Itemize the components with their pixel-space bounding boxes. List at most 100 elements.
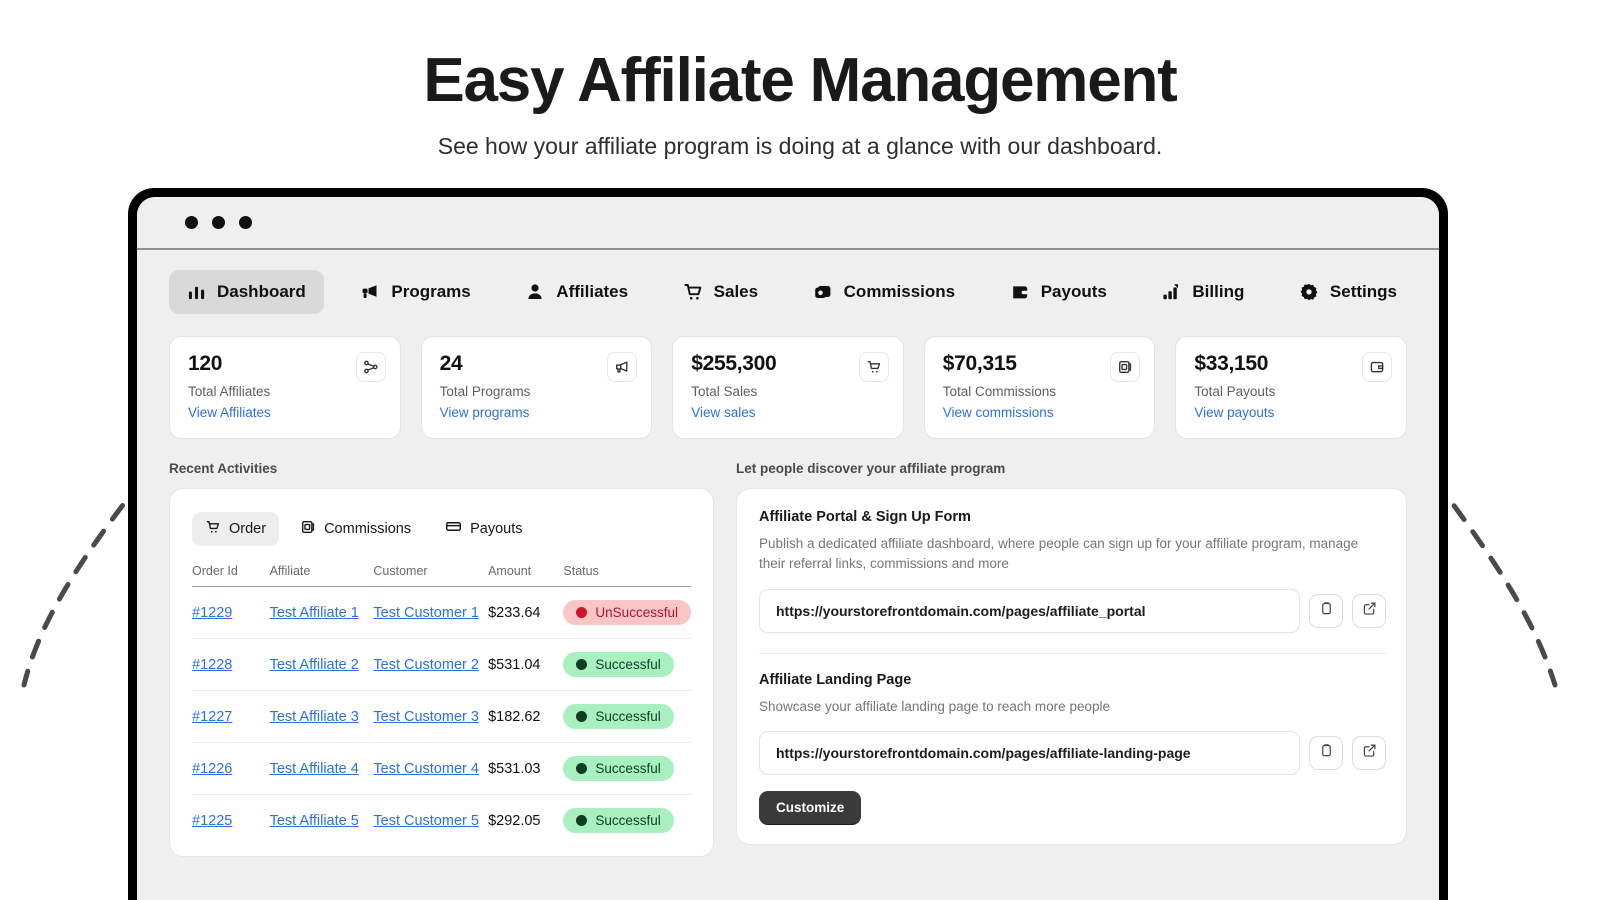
- column-header-affiliate: Affiliate: [270, 564, 374, 587]
- copy-portal-url-button[interactable]: [1309, 594, 1343, 628]
- stat-label: Total Commissions: [943, 384, 1137, 399]
- stat-link-view-sales[interactable]: View sales: [691, 405, 755, 420]
- cell-customer: Test Customer 4: [373, 743, 488, 795]
- coin-stack-icon: [300, 519, 316, 539]
- status-badge: Successful: [563, 808, 673, 833]
- affiliate-link[interactable]: Test Affiliate 4: [270, 761, 359, 777]
- cart-icon: [205, 519, 221, 539]
- tab-commissions[interactable]: Commissions: [287, 512, 424, 546]
- customer-link[interactable]: Test Customer 3: [373, 709, 479, 725]
- open-landing-url-button[interactable]: [1352, 736, 1386, 770]
- order-id-link[interactable]: #1226: [192, 761, 232, 777]
- clipboard-icon: [1319, 601, 1334, 621]
- customer-link[interactable]: Test Customer 5: [373, 813, 479, 829]
- cell-amount: $531.04: [488, 639, 563, 691]
- table-row: #1226 Test Affiliate 4 Test Customer 4 $…: [192, 743, 691, 795]
- affiliate-landing-heading: Affiliate Landing Page: [759, 672, 1386, 688]
- nav-item-affiliates[interactable]: Affiliates: [507, 270, 646, 314]
- discover-column: Let people discover your affiliate progr…: [736, 461, 1407, 857]
- traffic-light-dot-1[interactable]: [185, 216, 198, 229]
- customize-button[interactable]: Customize: [759, 791, 861, 824]
- traffic-light-dot-3[interactable]: [239, 216, 252, 229]
- affiliate-link[interactable]: Test Affiliate 5: [270, 813, 359, 829]
- table-row: #1229 Test Affiliate 1 Test Customer 1 $…: [192, 587, 691, 639]
- customer-link[interactable]: Test Customer 4: [373, 761, 479, 777]
- stat-value: 120: [188, 352, 382, 376]
- nav-item-sales[interactable]: Sales: [665, 270, 776, 314]
- status-badge: Successful: [563, 652, 673, 677]
- stat-label: Total Payouts: [1194, 384, 1388, 399]
- external-link-icon: [1362, 743, 1377, 763]
- stat-value: $33,150: [1194, 352, 1388, 376]
- tab-order[interactable]: Order: [192, 512, 279, 546]
- cell-status: Successful: [563, 795, 691, 847]
- network-icon: [356, 352, 386, 382]
- order-id-link[interactable]: #1228: [192, 657, 232, 673]
- status-dot-icon: [576, 815, 587, 826]
- recent-activities-title: Recent Activities: [169, 461, 714, 476]
- browser-viewport: Dashboard Programs: [137, 197, 1439, 900]
- affiliate-link[interactable]: Test Affiliate 2: [270, 657, 359, 673]
- nav-item-dashboard[interactable]: Dashboard: [169, 270, 324, 314]
- customer-link[interactable]: Test Customer 1: [373, 605, 479, 621]
- panel-divider: [759, 653, 1386, 654]
- affiliate-portal-url-field[interactable]: https://yourstorefrontdomain.com/pages/a…: [759, 589, 1300, 633]
- nav-item-billing[interactable]: Billing: [1143, 270, 1262, 314]
- cell-order-id: #1228: [192, 639, 270, 691]
- status-dot-icon: [576, 659, 587, 670]
- hero-section: Easy Affiliate Management See how your a…: [0, 0, 1600, 160]
- cell-status: Successful: [563, 639, 691, 691]
- coin-stack-icon: [1110, 352, 1140, 382]
- discover-section-title: Let people discover your affiliate progr…: [736, 461, 1407, 476]
- stat-card-total-affiliates: 120 Total Affiliates View Affiliates: [169, 336, 401, 439]
- stat-value: $255,300: [691, 352, 885, 376]
- table-header-row: Order Id Affiliate Customer Amount Statu…: [192, 564, 691, 587]
- status-badge: Successful: [563, 704, 673, 729]
- cell-order-id: #1226: [192, 743, 270, 795]
- affiliate-landing-url-field[interactable]: https://yourstorefrontdomain.com/pages/a…: [759, 731, 1300, 775]
- status-label: Successful: [595, 813, 660, 828]
- nav-item-programs[interactable]: Programs: [342, 270, 488, 314]
- tab-payouts[interactable]: Payouts: [432, 511, 535, 546]
- main-navigation: Dashboard Programs: [137, 250, 1439, 326]
- affiliate-link[interactable]: Test Affiliate 3: [270, 709, 359, 725]
- status-label: Successful: [595, 761, 660, 776]
- stat-link-view-commissions[interactable]: View commissions: [943, 405, 1054, 420]
- activities-table-head: Order Id Affiliate Customer Amount Statu…: [192, 564, 691, 587]
- status-label: Successful: [595, 657, 660, 672]
- coin-stack-icon: [813, 282, 833, 302]
- cell-amount: $233.64: [488, 587, 563, 639]
- amount-value: $182.62: [488, 709, 540, 725]
- cell-order-id: #1227: [192, 691, 270, 743]
- activities-table-body: #1229 Test Affiliate 1 Test Customer 1 $…: [192, 587, 691, 847]
- page-subtitle: See how your affiliate program is doing …: [0, 133, 1600, 160]
- amount-value: $233.64: [488, 605, 540, 621]
- affiliate-landing-block: Affiliate Landing Page Showcase your aff…: [759, 672, 1386, 824]
- cell-affiliate: Test Affiliate 4: [270, 743, 374, 795]
- affiliate-portal-url-row: https://yourstorefrontdomain.com/pages/a…: [759, 589, 1386, 633]
- stat-card-total-sales: $255,300 Total Sales View sales: [672, 336, 904, 439]
- stat-link-view-affiliates[interactable]: View Affiliates: [188, 405, 271, 420]
- open-portal-url-button[interactable]: [1352, 594, 1386, 628]
- affiliate-link[interactable]: Test Affiliate 1: [270, 605, 359, 621]
- copy-landing-url-button[interactable]: [1309, 736, 1343, 770]
- tab-label-commissions: Commissions: [324, 521, 411, 537]
- nav-item-commissions[interactable]: Commissions: [795, 270, 973, 314]
- tab-label-order: Order: [229, 521, 266, 537]
- stat-link-view-programs[interactable]: View programs: [440, 405, 530, 420]
- table-row: #1225 Test Affiliate 5 Test Customer 5 $…: [192, 795, 691, 847]
- stat-link-view-payouts[interactable]: View payouts: [1194, 405, 1274, 420]
- cell-affiliate: Test Affiliate 5: [270, 795, 374, 847]
- customer-link[interactable]: Test Customer 2: [373, 657, 479, 673]
- nav-item-payouts[interactable]: Payouts: [992, 270, 1125, 314]
- cell-customer: Test Customer 3: [373, 691, 488, 743]
- nav-item-settings[interactable]: Settings: [1281, 270, 1415, 314]
- stat-value: $70,315: [943, 352, 1137, 376]
- order-id-link[interactable]: #1227: [192, 709, 232, 725]
- bar-chart-icon: [187, 283, 206, 302]
- window-titlebar: [137, 197, 1439, 250]
- traffic-light-dot-2[interactable]: [212, 216, 225, 229]
- order-id-link[interactable]: #1225: [192, 813, 232, 829]
- order-id-link[interactable]: #1229: [192, 605, 232, 621]
- status-dot-icon: [576, 763, 587, 774]
